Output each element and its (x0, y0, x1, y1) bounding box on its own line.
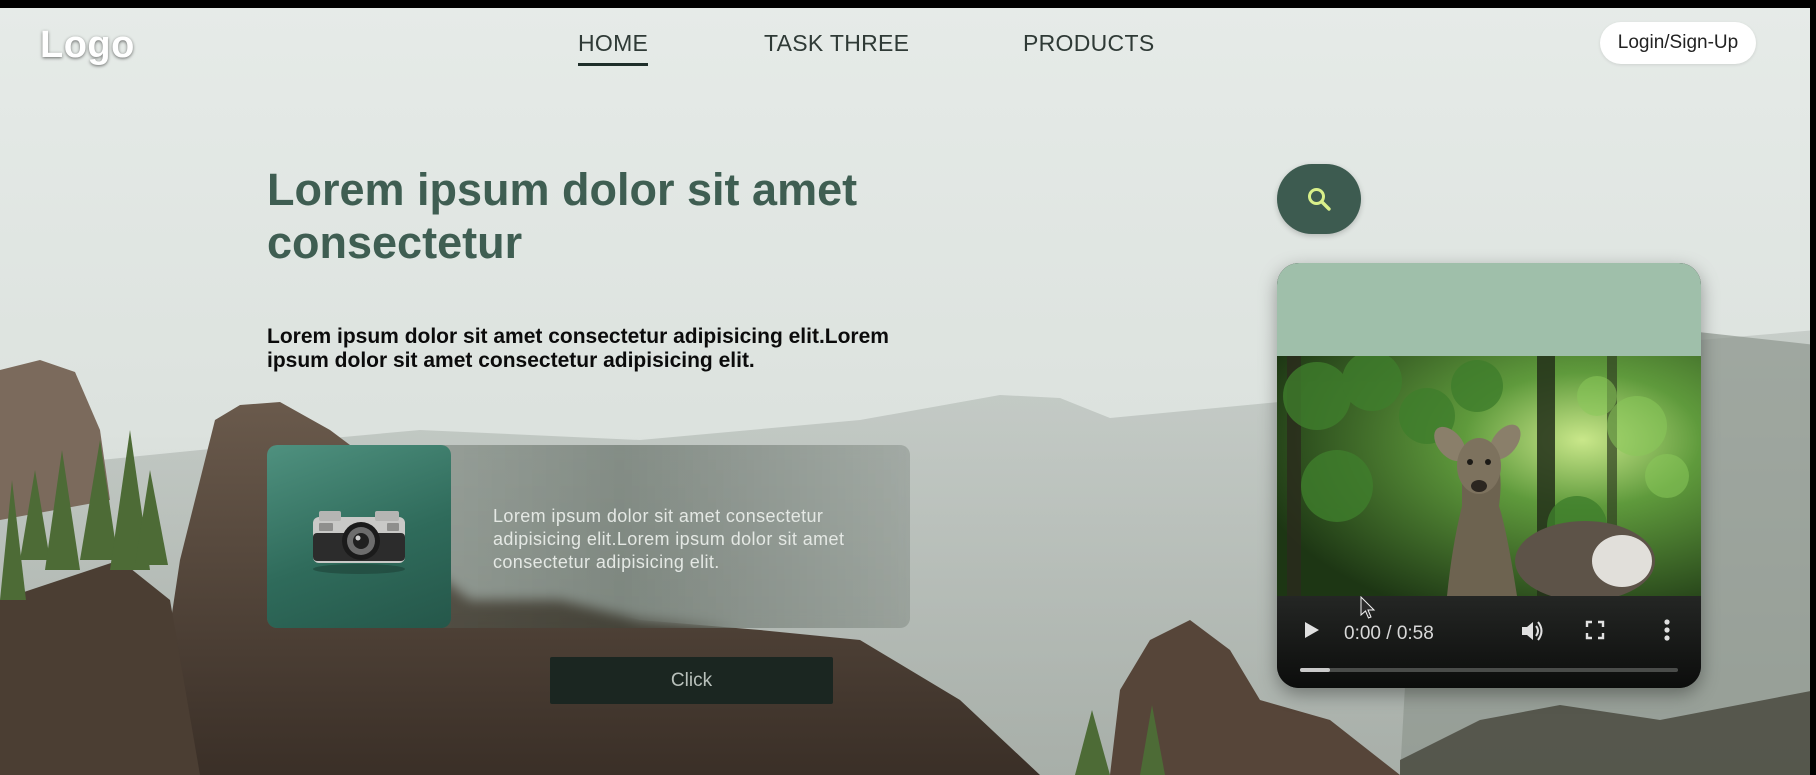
search-button[interactable] (1277, 164, 1361, 234)
video-card: 0:00 / 0:58 (1277, 263, 1701, 688)
nav-item-products[interactable]: PRODUCTS (1023, 30, 1154, 63)
click-button[interactable]: Click (550, 657, 833, 704)
window-top-edge (0, 0, 1816, 8)
feature-card: Lorem ipsum dolor sit amet consectetur a… (267, 445, 910, 628)
fullscreen-icon[interactable] (1585, 620, 1605, 640)
nav-item-task-three[interactable]: TASK THREE (764, 30, 909, 63)
video-time: 0:00 / 0:58 (1344, 623, 1434, 644)
hero-intro-text: Lorem ipsum dolor sit amet consectetur a… (267, 325, 889, 372)
video-progress-bar[interactable] (1300, 668, 1678, 672)
main-nav: HOME TASK THREE PRODUCTS (0, 30, 1816, 70)
video-frame-deer[interactable] (1277, 356, 1701, 596)
window-right-edge (1810, 0, 1816, 775)
video-card-header (1277, 263, 1701, 356)
camera-icon (313, 511, 405, 574)
hero-headline: Lorem ipsum dolor sit amet consectetur (267, 164, 858, 268)
camera-tile (267, 445, 451, 628)
volume-icon[interactable] (1519, 618, 1545, 644)
more-icon[interactable] (1663, 618, 1671, 642)
login-signup-button[interactable]: Login/Sign-Up (1600, 22, 1756, 64)
page: Logo HOME TASK THREE PRODUCTS Login/Sign… (0, 0, 1816, 775)
feature-text: Lorem ipsum dolor sit amet consectetur a… (493, 506, 845, 572)
search-icon (1308, 188, 1331, 211)
video-controls: 0:00 / 0:58 (1277, 596, 1701, 688)
video-progress-fill (1300, 668, 1331, 672)
nav-item-home[interactable]: HOME (578, 30, 649, 66)
play-icon[interactable] (1303, 620, 1321, 640)
mouse-cursor-icon (1360, 596, 1376, 619)
